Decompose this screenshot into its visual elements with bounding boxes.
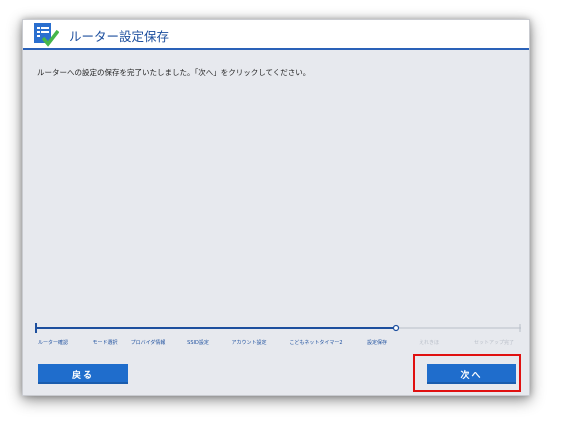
- step-label: プロバイダ情報: [130, 340, 166, 346]
- step-label: えれきほ: [418, 340, 440, 346]
- step-label: モード選択: [92, 340, 118, 346]
- completion-message: ルーターへの設定の保存を完了いたしました。「次へ」をクリックしてください。: [37, 68, 311, 77]
- step-label: こどもネットタイマー2: [289, 340, 343, 346]
- progress-track: [35, 323, 521, 333]
- step-label: アカウント設定: [231, 340, 267, 346]
- step-label: SSID設定: [187, 340, 209, 346]
- step-label: セットアップ完了: [473, 340, 515, 346]
- next-button-highlight: [413, 354, 521, 392]
- title-bar: ルーター設定保存: [23, 20, 529, 50]
- progress-current-marker: [392, 324, 400, 332]
- window-title: ルーター設定保存: [69, 29, 170, 44]
- step-label: 設定保存: [366, 340, 388, 346]
- step-labels: ルーター確認 モード選択 プロバイダ情報 SSID設定 アカウント設定 こどもネットタイマ…: [23, 339, 529, 349]
- setup-window: ルーター設定保存 ルーターへの設定の保存を完了いたしました。「次へ」をクリックし…: [22, 19, 530, 396]
- router-settings-icon: [34, 23, 59, 47]
- back-button[interactable]: 戻る: [38, 364, 128, 384]
- step-label: ルーター確認: [37, 340, 69, 346]
